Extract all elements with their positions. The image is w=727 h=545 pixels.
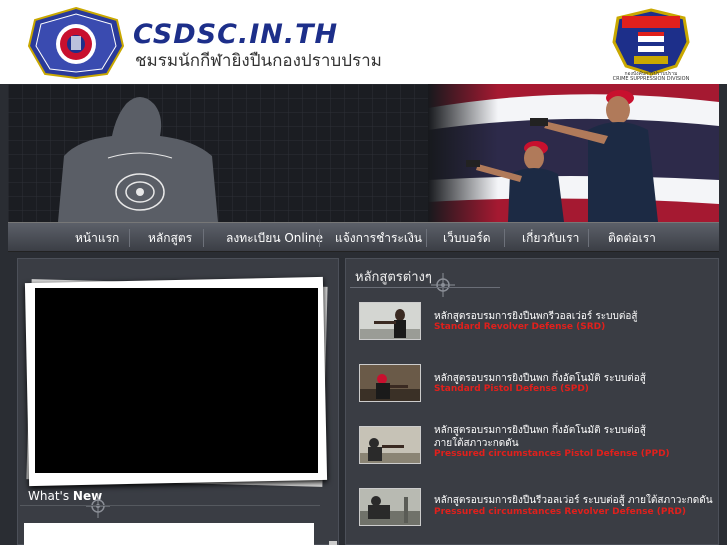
course-subtitle[interactable]: Pressured circumstances Pistol Defense (…: [434, 448, 670, 460]
nav-divider: [504, 229, 505, 247]
news-scrollbar[interactable]: [329, 541, 337, 545]
page: CSDSC.IN.TH ชมรมนักกีฬายิงปืนกองปราบปราม…: [0, 0, 727, 545]
site-subtitle: ชมรมนักกีฬายิงปืนกองปราบปราม: [135, 51, 382, 71]
course-subtitle[interactable]: Standard Revolver Defense (SRD): [434, 321, 605, 333]
course-subtitle[interactable]: Standard Pistol Defense (SPD): [434, 383, 589, 395]
nav-register-online[interactable]: ลงทะเบียน Online: [226, 230, 323, 246]
police-badge-icon: [612, 8, 690, 76]
news-box[interactable]: [24, 523, 314, 545]
thai-flag: [428, 84, 719, 222]
hero-banner: [8, 84, 719, 222]
course-thumbnail[interactable]: [359, 426, 421, 464]
nav-divider: [319, 229, 320, 247]
courses-heading-underline: [350, 287, 500, 288]
shooter-photo-icon: [360, 303, 420, 339]
nav-webboard[interactable]: เว็บบอร์ด: [443, 230, 491, 246]
police-caption: กองบังคับการปราบปราม CRIME SUPPRESSION D…: [606, 72, 696, 82]
whats-new-prefix: What's: [28, 489, 70, 503]
whats-new-underline: [20, 505, 320, 506]
course-item[interactable]: หลักสูตรอบรมการยิงปืนพก กึ่งอัตโนมัติ ระ…: [359, 424, 719, 466]
nav-divider: [588, 229, 589, 247]
course-subtitle[interactable]: Pressured circumstances Revolver Defense…: [434, 506, 686, 518]
shooter-photo-icon: [360, 427, 420, 463]
nav-divider: [203, 229, 204, 247]
shooter-photo-icon: [360, 365, 420, 401]
course-item[interactable]: หลักสูตรอบรมการยิงปืนรีวอลเว่อร์ ระบบต่อ…: [359, 488, 719, 528]
course-title[interactable]: หลักสูตรอบรมการยิงปืนพก กึ่งอัตโนมัติ ระ…: [434, 424, 646, 437]
crosshair-icon: [431, 273, 455, 297]
course-thumbnail[interactable]: [359, 302, 421, 340]
banner-graphic: [8, 84, 719, 222]
nav-divider: [426, 229, 427, 247]
site-title[interactable]: CSDSC.IN.TH: [133, 20, 338, 50]
nav-about[interactable]: เกี่ยวกับเรา: [522, 230, 579, 246]
shooter-photo-icon: [360, 489, 420, 525]
police-caption-en: CRIME SUPPRESSION DIVISION: [612, 76, 690, 82]
video-player[interactable]: [35, 288, 318, 473]
course-item[interactable]: หลักสูตรอบรมการยิงปืนพกรีวอลเว่อร์ ระบบต…: [359, 302, 719, 342]
crosshair-icon: [86, 494, 110, 518]
courses-heading: หลักสูตรต่างๆ: [355, 270, 432, 285]
nav-divider: [129, 229, 130, 247]
nav-payment-notice[interactable]: แจ้งการชำระเงิน: [335, 230, 422, 246]
course-thumbnail[interactable]: [359, 364, 421, 402]
club-seal-icon[interactable]: [27, 6, 125, 80]
site-header: CSDSC.IN.TH ชมรมนักกีฬายิงปืนกองปราบปราม…: [0, 0, 727, 84]
course-item[interactable]: หลักสูตรอบรมการยิงปืนพก กึ่งอัตโนมัติ ระ…: [359, 364, 719, 404]
nav-contact[interactable]: ติดต่อเรา: [608, 230, 656, 246]
main-nav: หน้าแรก หลักสูตร ลงทะเบียน Online แจ้งกา…: [8, 222, 719, 252]
nav-home[interactable]: หน้าแรก: [75, 230, 119, 246]
nav-courses[interactable]: หลักสูตร: [148, 230, 192, 246]
course-thumbnail[interactable]: [359, 488, 421, 526]
